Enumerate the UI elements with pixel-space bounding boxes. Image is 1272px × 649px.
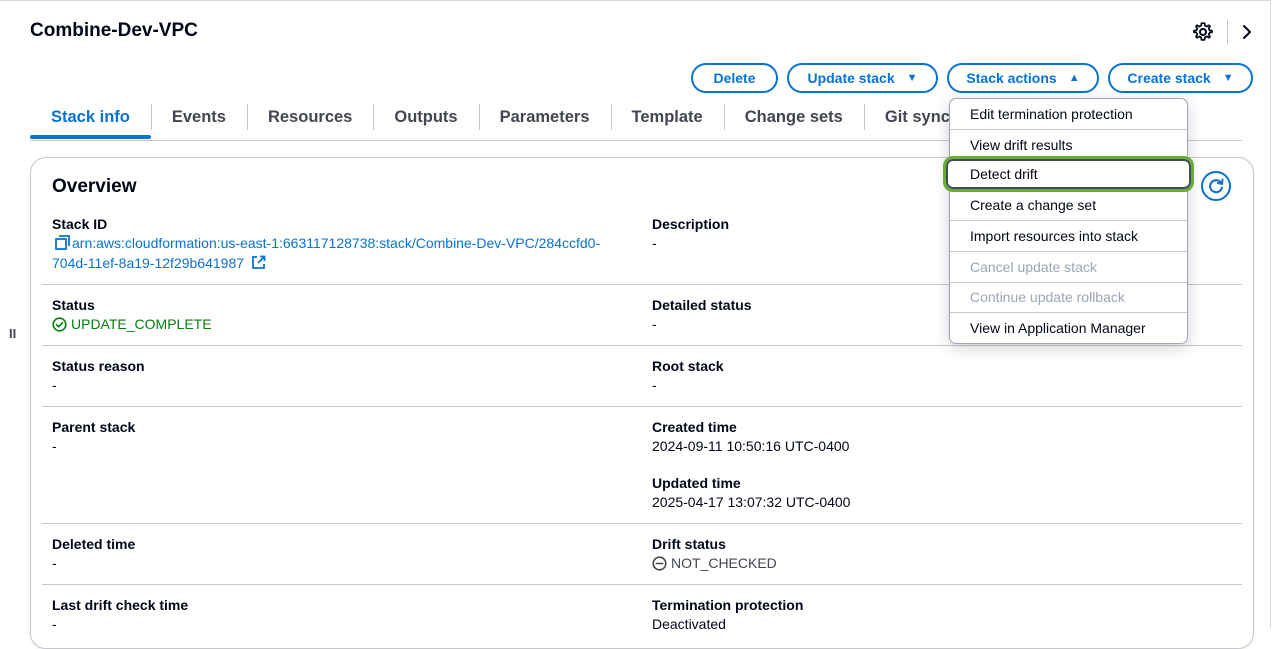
menu-item-continue-update-rollback: Continue update rollback [970,289,1125,305]
row-divider [42,406,1242,407]
menu-item-view-in-application-manager[interactable]: View in Application Manager [950,313,1187,343]
tab-events[interactable]: Events [150,98,247,136]
copy-icon[interactable] [55,235,70,250]
status-value: UPDATE_COMPLETE [71,316,212,332]
stack-actions-menu: Edit termination protection View drift r… [943,98,1194,344]
tab-parameters[interactable]: Parameters [478,98,611,136]
termination-protection-label: Termination protection [652,597,804,613]
last-drift-check-label: Last drift check time [52,597,189,613]
termination-protection-value: Deactivated [652,616,726,632]
menu-item-detect-drift[interactable]: Detect drift [943,156,1194,192]
stack-id-label: Stack ID [52,216,108,232]
external-link-icon[interactable] [251,255,266,270]
menu-item-cancel-update-stack: Cancel update stack [970,259,1097,275]
detailed-status-value: - [652,316,657,332]
created-time-label: Created time [652,419,737,435]
drift-status-field: Drift status NOT_CHECKED [652,536,777,571]
last-drift-check-value: - [52,616,57,632]
termination-protection-field: Termination protection Deactivated [652,597,803,632]
detailed-status-label: Detailed status [652,297,752,313]
header-separator [1227,20,1228,44]
detailed-status-field: Detailed status - [652,297,752,332]
parent-stack-value: - [52,438,57,454]
updated-time-field: Updated time 2025-04-17 13:07:32 UTC-040… [652,475,850,510]
description-value: - [652,235,657,251]
caret-down-icon: ▼ [1222,72,1234,84]
status-label: Status [52,297,95,313]
drift-status-badge: NOT_CHECKED [652,555,777,571]
delete-button[interactable]: Delete [691,63,778,93]
row-divider [42,523,1242,524]
gear-icon[interactable] [1193,22,1213,42]
stack-actions-label: Stack actions [966,70,1057,86]
chevron-right-icon[interactable] [1240,24,1254,40]
stack-id-field: Stack ID arn:aws:cloudformation:us-east-… [52,216,632,273]
caret-down-icon: ▼ [906,72,918,84]
caret-up-icon: ▲ [1068,72,1080,84]
tab-resources[interactable]: Resources [246,98,373,136]
tab-template[interactable]: Template [610,98,724,136]
tab-outputs[interactable]: Outputs [373,98,478,136]
header-tools [1193,20,1254,44]
menu-item-edit-termination-protection[interactable]: Edit termination protection [950,99,1187,129]
create-stack-button[interactable]: Create stack ▼ [1108,63,1253,93]
parent-stack-label: Parent stack [52,419,136,435]
parent-stack-field: Parent stack - [52,419,135,454]
root-stack-label: Root stack [652,358,724,374]
update-stack-button[interactable]: Update stack ▼ [787,63,938,93]
status-reason-value: - [52,377,57,393]
minus-circle-icon [652,555,667,571]
overview-title: Overview [52,176,137,197]
last-drift-check-field: Last drift check time - [52,597,188,632]
created-time-field: Created time 2024-09-11 10:50:16 UTC-040… [652,419,849,454]
drift-status-value: NOT_CHECKED [671,555,777,571]
deleted-time-field: Deleted time - [52,536,135,571]
stack-id-line2[interactable]: 704d-11ef-8a19-12f29b641987 [52,255,244,271]
status-reason-label: Status reason [52,358,145,374]
row-divider [42,584,1242,585]
stack-id-line1[interactable]: arn:aws:cloudformation:us-east-1:6631171… [72,235,600,251]
root-stack-field: Root stack - [652,358,724,393]
check-circle-icon [52,316,67,332]
deleted-time-value: - [52,555,57,571]
description-field: Description - [652,216,729,251]
updated-time-label: Updated time [652,475,741,491]
refresh-icon[interactable] [1201,171,1231,201]
menu-item-import-resources[interactable]: Import resources into stack [950,221,1187,251]
stack-id-value: arn:aws:cloudformation:us-east-1:6631171… [52,233,632,273]
stack-actions-bar: Delete Update stack ▼ Stack actions ▲ Crea… [691,63,1253,93]
row-divider [42,345,1242,346]
tab-change-sets[interactable]: Change sets [723,98,864,136]
status-field: Status UPDATE_COMPLETE [52,297,212,332]
page-title: Combine-Dev-VPC [30,20,198,41]
drift-status-label: Drift status [652,536,726,552]
update-stack-label: Update stack [807,70,895,86]
deleted-time-label: Deleted time [52,536,136,552]
stack-actions-button[interactable]: Stack actions ▲ [947,63,1099,93]
delete-button-label: Delete [713,70,756,86]
create-stack-label: Create stack [1127,70,1211,86]
tab-stack-info[interactable]: Stack info [30,98,151,139]
status-badge: UPDATE_COMPLETE [52,316,212,332]
description-label: Description [652,216,730,232]
root-stack-value: - [652,377,657,393]
panel-resize-handle[interactable]: II [9,326,16,341]
updated-time-value: 2025-04-17 13:07:32 UTC-0400 [652,494,851,510]
created-time-value: 2024-09-11 10:50:16 UTC-0400 [652,438,850,454]
status-reason-field: Status reason - [52,358,145,393]
menu-item-create-change-set[interactable]: Create a change set [950,190,1187,220]
